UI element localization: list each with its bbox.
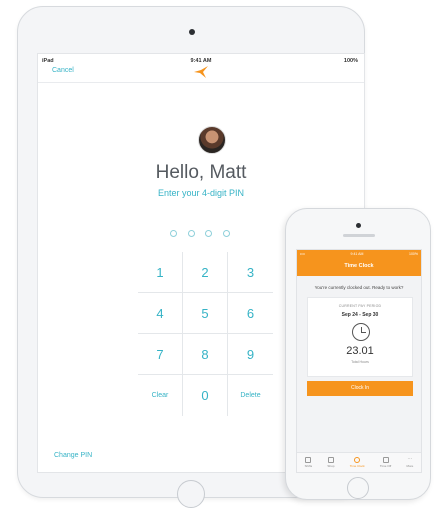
iphone-screen: •••• 9:41 AM 100% Time Clock You're curr… bbox=[296, 249, 422, 473]
pin-dot bbox=[170, 230, 177, 237]
tab-bar: Shifts Shop Time Clock Time Off ··· More bbox=[297, 452, 421, 472]
pin-indicator bbox=[170, 230, 230, 238]
tab-more[interactable]: ··· More bbox=[406, 456, 414, 469]
greeting-title: Hello, Matt bbox=[155, 162, 247, 183]
page-title: Time Clock bbox=[344, 263, 374, 269]
tab-label: More bbox=[406, 464, 414, 468]
iphone-status-battery: 100% bbox=[409, 252, 418, 256]
iphone-status-bar: •••• 9:41 AM 100% bbox=[300, 252, 418, 256]
tab-label: Time Clock bbox=[349, 464, 365, 468]
iphone-status-time: 9:41 AM bbox=[350, 252, 364, 256]
pin-prompt: Enter your 4-digit PIN bbox=[157, 188, 245, 198]
key-0[interactable]: 0 bbox=[183, 375, 228, 416]
key-4[interactable]: 4 bbox=[138, 293, 183, 334]
clock-icon bbox=[354, 457, 361, 463]
tab-shop[interactable]: Shop bbox=[327, 457, 334, 468]
signal-indicator: •••• bbox=[300, 252, 305, 256]
total-hours-value: 23.01 bbox=[346, 345, 374, 357]
tab-shifts[interactable]: Shifts bbox=[304, 457, 313, 468]
key-7[interactable]: 7 bbox=[138, 334, 183, 375]
delete-button[interactable]: Delete bbox=[228, 375, 273, 416]
key-1[interactable]: 1 bbox=[138, 252, 183, 293]
calendar-off-icon bbox=[382, 457, 389, 463]
avatar bbox=[198, 126, 226, 154]
iphone-home-button[interactable] bbox=[347, 477, 369, 499]
shop-icon bbox=[327, 457, 334, 463]
status-time: 9:41 AM bbox=[190, 58, 212, 64]
more-dots-icon: ··· bbox=[407, 456, 413, 462]
total-hours-label: Total Hours bbox=[351, 360, 369, 364]
clear-button[interactable]: Clear bbox=[138, 375, 183, 416]
iphone-camera bbox=[356, 223, 361, 228]
key-5[interactable]: 5 bbox=[183, 293, 228, 334]
tab-time-clock[interactable]: Time Clock bbox=[350, 457, 365, 468]
key-2[interactable]: 2 bbox=[183, 252, 228, 293]
cancel-button[interactable]: Cancel bbox=[52, 67, 74, 74]
ipad-camera bbox=[189, 29, 195, 35]
pin-dot bbox=[187, 230, 195, 237]
bird-logo-icon bbox=[194, 66, 208, 78]
pay-period-label: CURRENT PAY PERIOD bbox=[338, 304, 382, 308]
pin-dot bbox=[205, 230, 213, 237]
pin-keypad: 1 2 3 4 5 6 7 8 9 Clear 0 Delete bbox=[138, 252, 273, 416]
iphone-device: •••• 9:41 AM 100% Time Clock You're curr… bbox=[285, 208, 431, 500]
time-clock-header: •••• 9:41 AM 100% Time Clock bbox=[297, 250, 421, 276]
status-battery: 100% bbox=[343, 58, 358, 64]
key-6[interactable]: 6 bbox=[228, 293, 273, 334]
change-pin-link[interactable]: Change PIN bbox=[54, 452, 92, 459]
clock-icon bbox=[352, 323, 370, 341]
ipad-home-button[interactable] bbox=[177, 480, 205, 508]
iphone-speaker bbox=[343, 234, 375, 237]
pay-period-card: CURRENT PAY PERIOD Sep 24 - Sep 30 23.01… bbox=[307, 297, 413, 377]
pay-period-range: Sep 24 - Sep 30 bbox=[341, 312, 379, 318]
key-8[interactable]: 8 bbox=[183, 334, 228, 375]
pin-dot bbox=[222, 230, 230, 237]
nav-divider bbox=[38, 82, 364, 83]
clock-in-button[interactable]: Clock In bbox=[307, 381, 413, 396]
tab-label: Shop bbox=[327, 464, 335, 468]
clock-status-message: You're currently clocked out. Ready to w… bbox=[314, 285, 404, 290]
tab-label: Time Off bbox=[379, 464, 392, 468]
key-9[interactable]: 9 bbox=[228, 334, 273, 375]
tab-time-off[interactable]: Time Off bbox=[380, 457, 391, 468]
key-3[interactable]: 3 bbox=[228, 252, 273, 293]
calendar-icon bbox=[305, 457, 312, 463]
tab-label: Shifts bbox=[304, 464, 313, 468]
